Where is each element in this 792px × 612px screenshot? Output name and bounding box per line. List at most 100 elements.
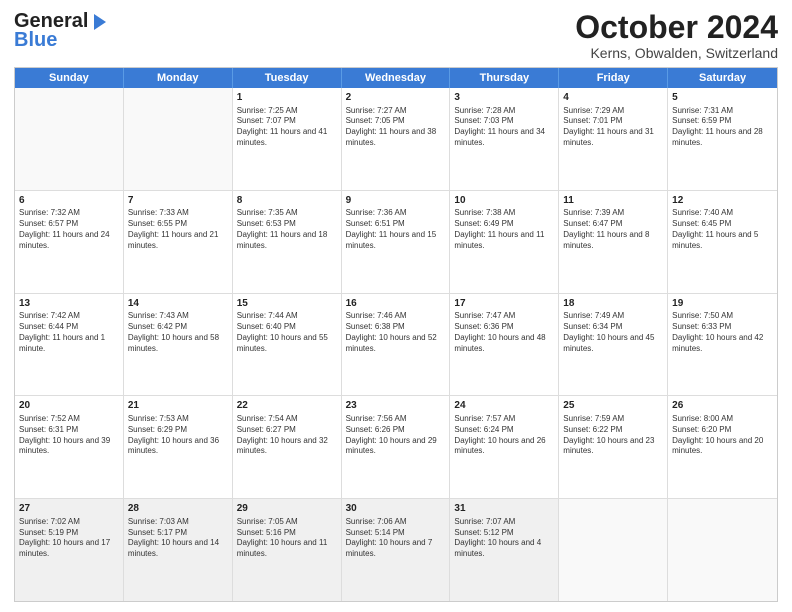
cell-info: Sunrise: 7:03 AMSunset: 5:17 PMDaylight:… <box>128 517 228 560</box>
day-number: 10 <box>454 194 554 208</box>
day-number: 17 <box>454 297 554 311</box>
cell-info: Sunrise: 7:28 AMSunset: 7:03 PMDaylight:… <box>454 106 554 149</box>
header-day-sunday: Sunday <box>15 68 124 88</box>
header: General Blue October 2024 Kerns, Obwalde… <box>14 10 778 61</box>
header-day-tuesday: Tuesday <box>233 68 342 88</box>
header-day-wednesday: Wednesday <box>342 68 451 88</box>
calendar-cell: 30Sunrise: 7:06 AMSunset: 5:14 PMDayligh… <box>342 499 451 601</box>
day-number: 1 <box>237 91 337 105</box>
calendar-cell: 13Sunrise: 7:42 AMSunset: 6:44 PMDayligh… <box>15 294 124 396</box>
cell-info: Sunrise: 7:38 AMSunset: 6:49 PMDaylight:… <box>454 208 554 251</box>
cell-info: Sunrise: 7:56 AMSunset: 6:26 PMDaylight:… <box>346 414 446 457</box>
cell-info: Sunrise: 7:32 AMSunset: 6:57 PMDaylight:… <box>19 208 119 251</box>
calendar-cell: 26Sunrise: 8:00 AMSunset: 6:20 PMDayligh… <box>668 396 777 498</box>
calendar-cell: 3Sunrise: 7:28 AMSunset: 7:03 PMDaylight… <box>450 88 559 190</box>
cell-info: Sunrise: 7:02 AMSunset: 5:19 PMDaylight:… <box>19 517 119 560</box>
calendar-cell: 24Sunrise: 7:57 AMSunset: 6:24 PMDayligh… <box>450 396 559 498</box>
header-day-thursday: Thursday <box>450 68 559 88</box>
cell-info: Sunrise: 7:36 AMSunset: 6:51 PMDaylight:… <box>346 208 446 251</box>
header-day-saturday: Saturday <box>668 68 777 88</box>
cell-info: Sunrise: 7:46 AMSunset: 6:38 PMDaylight:… <box>346 311 446 354</box>
day-number: 11 <box>563 194 663 208</box>
cell-info: Sunrise: 8:00 AMSunset: 6:20 PMDaylight:… <box>672 414 773 457</box>
calendar-row-5: 27Sunrise: 7:02 AMSunset: 5:19 PMDayligh… <box>15 499 777 601</box>
cell-info: Sunrise: 7:44 AMSunset: 6:40 PMDaylight:… <box>237 311 337 354</box>
calendar-cell: 11Sunrise: 7:39 AMSunset: 6:47 PMDayligh… <box>559 191 668 293</box>
day-number: 7 <box>128 194 228 208</box>
cell-info: Sunrise: 7:27 AMSunset: 7:05 PMDaylight:… <box>346 106 446 149</box>
cell-info: Sunrise: 7:42 AMSunset: 6:44 PMDaylight:… <box>19 311 119 354</box>
cell-info: Sunrise: 7:50 AMSunset: 6:33 PMDaylight:… <box>672 311 773 354</box>
cell-info: Sunrise: 7:35 AMSunset: 6:53 PMDaylight:… <box>237 208 337 251</box>
day-number: 18 <box>563 297 663 311</box>
cell-info: Sunrise: 7:06 AMSunset: 5:14 PMDaylight:… <box>346 517 446 560</box>
calendar-cell: 23Sunrise: 7:56 AMSunset: 6:26 PMDayligh… <box>342 396 451 498</box>
calendar-cell: 17Sunrise: 7:47 AMSunset: 6:36 PMDayligh… <box>450 294 559 396</box>
calendar-cell: 1Sunrise: 7:25 AMSunset: 7:07 PMDaylight… <box>233 88 342 190</box>
cell-info: Sunrise: 7:31 AMSunset: 6:59 PMDaylight:… <box>672 106 773 149</box>
cell-info: Sunrise: 7:29 AMSunset: 7:01 PMDaylight:… <box>563 106 663 149</box>
calendar-cell: 15Sunrise: 7:44 AMSunset: 6:40 PMDayligh… <box>233 294 342 396</box>
header-day-friday: Friday <box>559 68 668 88</box>
calendar-cell: 27Sunrise: 7:02 AMSunset: 5:19 PMDayligh… <box>15 499 124 601</box>
calendar-cell: 16Sunrise: 7:46 AMSunset: 6:38 PMDayligh… <box>342 294 451 396</box>
day-number: 23 <box>346 399 446 413</box>
day-number: 21 <box>128 399 228 413</box>
logo-blue: Blue <box>14 29 57 52</box>
calendar-cell: 29Sunrise: 7:05 AMSunset: 5:16 PMDayligh… <box>233 499 342 601</box>
day-number: 6 <box>19 194 119 208</box>
calendar: SundayMondayTuesdayWednesdayThursdayFrid… <box>14 67 778 602</box>
calendar-cell: 22Sunrise: 7:54 AMSunset: 6:27 PMDayligh… <box>233 396 342 498</box>
day-number: 20 <box>19 399 119 413</box>
subtitle: Kerns, Obwalden, Switzerland <box>575 45 778 61</box>
day-number: 31 <box>454 502 554 516</box>
cell-info: Sunrise: 7:25 AMSunset: 7:07 PMDaylight:… <box>237 106 337 149</box>
calendar-cell: 18Sunrise: 7:49 AMSunset: 6:34 PMDayligh… <box>559 294 668 396</box>
day-number: 15 <box>237 297 337 311</box>
calendar-cell: 9Sunrise: 7:36 AMSunset: 6:51 PMDaylight… <box>342 191 451 293</box>
calendar-cell: 7Sunrise: 7:33 AMSunset: 6:55 PMDaylight… <box>124 191 233 293</box>
calendar-row-4: 20Sunrise: 7:52 AMSunset: 6:31 PMDayligh… <box>15 396 777 499</box>
day-number: 22 <box>237 399 337 413</box>
calendar-row-1: 1Sunrise: 7:25 AMSunset: 7:07 PMDaylight… <box>15 88 777 191</box>
calendar-cell: 28Sunrise: 7:03 AMSunset: 5:17 PMDayligh… <box>124 499 233 601</box>
day-number: 2 <box>346 91 446 105</box>
day-number: 24 <box>454 399 554 413</box>
day-number: 28 <box>128 502 228 516</box>
cell-info: Sunrise: 7:43 AMSunset: 6:42 PMDaylight:… <box>128 311 228 354</box>
logo: General Blue <box>14 10 108 52</box>
calendar-cell: 31Sunrise: 7:07 AMSunset: 5:12 PMDayligh… <box>450 499 559 601</box>
calendar-header: SundayMondayTuesdayWednesdayThursdayFrid… <box>15 68 777 88</box>
day-number: 26 <box>672 399 773 413</box>
day-number: 25 <box>563 399 663 413</box>
cell-info: Sunrise: 7:40 AMSunset: 6:45 PMDaylight:… <box>672 208 773 251</box>
day-number: 19 <box>672 297 773 311</box>
calendar-cell: 8Sunrise: 7:35 AMSunset: 6:53 PMDaylight… <box>233 191 342 293</box>
cell-info: Sunrise: 7:54 AMSunset: 6:27 PMDaylight:… <box>237 414 337 457</box>
day-number: 29 <box>237 502 337 516</box>
day-number: 16 <box>346 297 446 311</box>
cell-info: Sunrise: 7:07 AMSunset: 5:12 PMDaylight:… <box>454 517 554 560</box>
cell-info: Sunrise: 7:47 AMSunset: 6:36 PMDaylight:… <box>454 311 554 354</box>
cell-info: Sunrise: 7:49 AMSunset: 6:34 PMDaylight:… <box>563 311 663 354</box>
calendar-cell: 5Sunrise: 7:31 AMSunset: 6:59 PMDaylight… <box>668 88 777 190</box>
calendar-cell: 2Sunrise: 7:27 AMSunset: 7:05 PMDaylight… <box>342 88 451 190</box>
day-number: 3 <box>454 91 554 105</box>
cell-info: Sunrise: 7:59 AMSunset: 6:22 PMDaylight:… <box>563 414 663 457</box>
day-number: 27 <box>19 502 119 516</box>
day-number: 8 <box>237 194 337 208</box>
calendar-body: 1Sunrise: 7:25 AMSunset: 7:07 PMDaylight… <box>15 88 777 601</box>
calendar-row-3: 13Sunrise: 7:42 AMSunset: 6:44 PMDayligh… <box>15 294 777 397</box>
calendar-cell <box>15 88 124 190</box>
calendar-cell: 21Sunrise: 7:53 AMSunset: 6:29 PMDayligh… <box>124 396 233 498</box>
page: General Blue October 2024 Kerns, Obwalde… <box>0 0 792 612</box>
day-number: 14 <box>128 297 228 311</box>
day-number: 13 <box>19 297 119 311</box>
calendar-cell: 12Sunrise: 7:40 AMSunset: 6:45 PMDayligh… <box>668 191 777 293</box>
header-day-monday: Monday <box>124 68 233 88</box>
calendar-cell: 4Sunrise: 7:29 AMSunset: 7:01 PMDaylight… <box>559 88 668 190</box>
main-title: October 2024 <box>575 10 778 45</box>
calendar-cell <box>668 499 777 601</box>
calendar-cell: 19Sunrise: 7:50 AMSunset: 6:33 PMDayligh… <box>668 294 777 396</box>
calendar-cell: 20Sunrise: 7:52 AMSunset: 6:31 PMDayligh… <box>15 396 124 498</box>
